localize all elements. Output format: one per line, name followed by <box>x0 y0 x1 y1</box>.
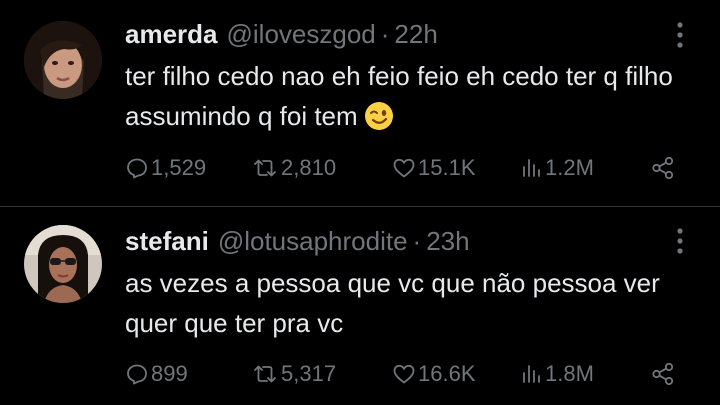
reply-button[interactable]: 1,529 <box>125 153 206 183</box>
views-icon <box>523 365 540 383</box>
avatar[interactable] <box>24 21 102 99</box>
reply-count: 1,529 <box>151 155 207 180</box>
like-button[interactable]: 15.1K <box>392 153 476 183</box>
timestamp[interactable]: 22h <box>394 19 437 50</box>
views-button[interactable]: 1.2M <box>519 153 594 183</box>
views-icon <box>523 159 540 177</box>
tweet[interactable]: amerda @iloveszgod · 22h ter filho cedo … <box>0 0 720 207</box>
retweet-button[interactable]: 2,810 <box>251 153 336 183</box>
share-button[interactable] <box>650 359 676 389</box>
reply-button[interactable]: 899 <box>125 359 188 389</box>
tweet-text: as vezes a pessoa que vc que não pessoa … <box>125 268 660 338</box>
like-count: 15.1K <box>418 155 476 180</box>
like-count: 16.6K <box>418 361 476 386</box>
timestamp[interactable]: 23h <box>426 226 469 257</box>
action-bar: 899 5,317 16.6K 1.8M <box>125 359 705 389</box>
avatar[interactable] <box>24 225 102 303</box>
view-count: 1.2M <box>545 155 594 180</box>
share-icon <box>652 362 674 386</box>
retweet-count: 2,810 <box>281 155 337 180</box>
action-bar: 1,529 2,810 15.1K 1.2M <box>125 153 705 183</box>
retweet-icon <box>254 365 276 383</box>
tweet-feed: amerda @iloveszgod · 22h ter filho cedo … <box>0 0 720 405</box>
view-count: 1.8M <box>545 361 594 386</box>
like-icon <box>393 364 415 384</box>
display-name[interactable]: stefani <box>125 226 209 257</box>
reply-icon <box>127 364 147 385</box>
more-icon[interactable] <box>672 226 688 256</box>
reply-icon <box>127 158 147 179</box>
user-handle[interactable]: @lotusaphrodite <box>218 226 408 257</box>
display-name[interactable]: amerda <box>125 19 218 50</box>
share-button[interactable] <box>650 153 676 183</box>
tweet-text-content: ter filho cedo nao eh feio feio eh cedo … <box>125 61 673 131</box>
winking-face-emoji-icon <box>364 101 394 142</box>
separator-dot: · <box>412 225 422 256</box>
tweet-divider <box>0 206 720 207</box>
share-icon <box>652 156 674 180</box>
views-button[interactable]: 1.8M <box>519 359 594 389</box>
tweet[interactable]: stefani @lotusaphrodite · 23h as vezes a… <box>0 208 720 405</box>
retweet-button[interactable]: 5,317 <box>251 359 336 389</box>
retweet-icon <box>254 159 276 177</box>
reply-count: 899 <box>151 361 188 386</box>
tweet-header: stefani @lotusaphrodite · 23h <box>125 224 470 258</box>
tweet-header: amerda @iloveszgod · 22h <box>125 17 438 51</box>
more-icon[interactable] <box>672 20 688 50</box>
separator-dot: · <box>380 18 390 49</box>
retweet-count: 5,317 <box>281 361 337 386</box>
tweet-text: ter filho cedo nao eh feio feio eh cedo … <box>125 56 715 142</box>
like-button[interactable]: 16.6K <box>392 359 476 389</box>
user-handle[interactable]: @iloveszgod <box>227 19 376 50</box>
like-icon <box>393 158 415 178</box>
